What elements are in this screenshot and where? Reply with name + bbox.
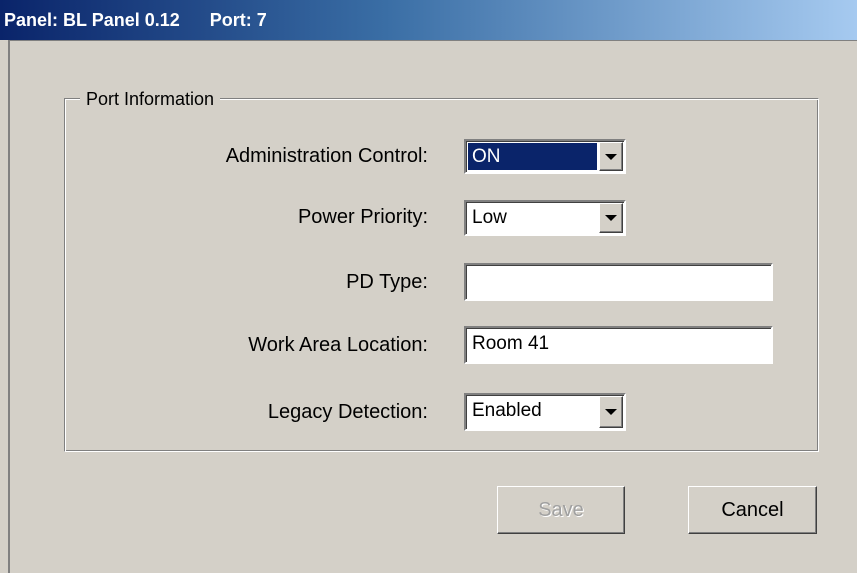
legacy-detection-select[interactable]: Enabled xyxy=(464,393,626,431)
power-priority-dropdown-button[interactable] xyxy=(599,203,623,233)
group-title: Port Information xyxy=(80,88,221,110)
title-bar: Panel: BL Panel 0.12 Port: 7 xyxy=(0,0,857,40)
pd-type-input[interactable] xyxy=(464,263,773,301)
legacy-detection-dropdown-button[interactable] xyxy=(599,396,623,428)
admin-control-select[interactable]: ON xyxy=(464,139,626,174)
admin-control-label: Administration Control: xyxy=(225,145,428,167)
power-priority-select[interactable]: Low xyxy=(464,200,626,236)
chevron-down-icon xyxy=(605,409,617,415)
work-area-value: Room 41 xyxy=(472,333,550,354)
port-label: Port: 7 xyxy=(209,9,267,30)
power-priority-label: Power Priority: xyxy=(297,206,428,228)
legacy-detection-value: Enabled xyxy=(472,400,542,421)
panel-title: Panel: BL Panel 0.12 xyxy=(4,9,180,30)
work-area-label: Work Area Location: xyxy=(248,334,428,356)
power-priority-value: Low xyxy=(472,207,507,228)
cancel-button[interactable]: Cancel xyxy=(688,486,817,534)
save-button[interactable]: Save xyxy=(497,486,625,534)
chevron-down-icon xyxy=(605,153,617,160)
admin-control-value: ON xyxy=(472,146,501,167)
work-area-input[interactable]: Room 41 xyxy=(464,326,773,364)
legacy-detection-label: Legacy Detection: xyxy=(267,401,428,423)
chevron-down-icon xyxy=(605,215,617,221)
admin-control-dropdown-button[interactable] xyxy=(599,142,623,171)
pd-type-label: PD Type: xyxy=(346,271,428,293)
